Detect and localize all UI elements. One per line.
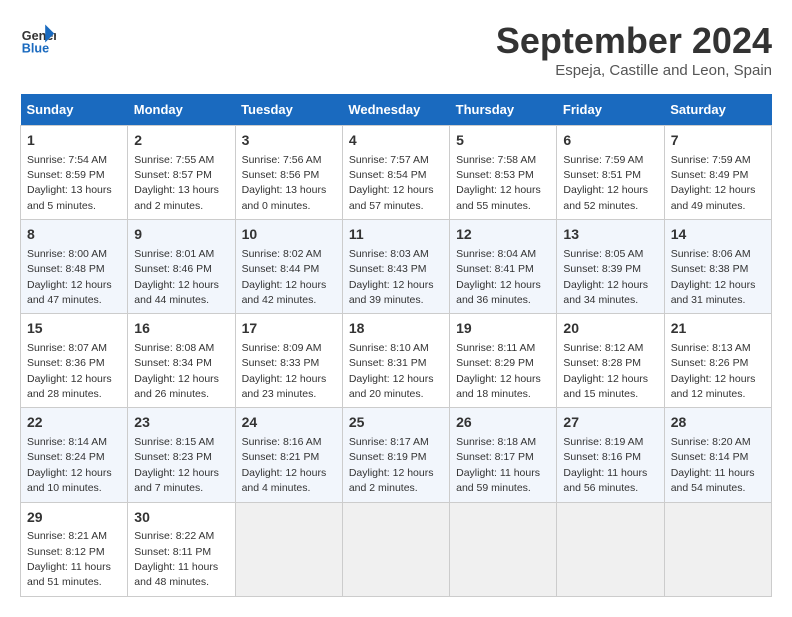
col-wednesday: Wednesday xyxy=(342,94,449,126)
table-row: 23 Sunrise: 8:15 AMSunset: 8:23 PMDaylig… xyxy=(128,408,235,502)
col-monday: Monday xyxy=(128,94,235,126)
empty-cell xyxy=(235,502,342,596)
month-year-title: September 2024 xyxy=(496,20,772,62)
col-sunday: Sunday xyxy=(21,94,128,126)
calendar-week: 15 Sunrise: 8:07 AMSunset: 8:36 PMDaylig… xyxy=(21,314,772,408)
page-header: General Blue September 2024 Espeja, Cast… xyxy=(20,20,772,79)
calendar-week: 1 Sunrise: 7:54 AMSunset: 8:59 PMDayligh… xyxy=(21,126,772,220)
table-row: 26 Sunrise: 8:18 AMSunset: 8:17 PMDaylig… xyxy=(450,408,557,502)
table-row: 20 Sunrise: 8:12 AMSunset: 8:28 PMDaylig… xyxy=(557,314,664,408)
table-row: 2 Sunrise: 7:55 AMSunset: 8:57 PMDayligh… xyxy=(128,126,235,220)
table-row: 19 Sunrise: 8:11 AMSunset: 8:29 PMDaylig… xyxy=(450,314,557,408)
table-row: 28 Sunrise: 8:20 AMSunset: 8:14 PMDaylig… xyxy=(664,408,771,502)
table-row: 17 Sunrise: 8:09 AMSunset: 8:33 PMDaylig… xyxy=(235,314,342,408)
empty-cell xyxy=(664,502,771,596)
empty-cell xyxy=(342,502,449,596)
calendar-week: 29 Sunrise: 8:21 AMSunset: 8:12 PMDaylig… xyxy=(21,502,772,596)
table-row: 24 Sunrise: 8:16 AMSunset: 8:21 PMDaylig… xyxy=(235,408,342,502)
svg-text:Blue: Blue xyxy=(22,41,49,55)
table-row: 22 Sunrise: 8:14 AMSunset: 8:24 PMDaylig… xyxy=(21,408,128,502)
table-row: 21 Sunrise: 8:13 AMSunset: 8:26 PMDaylig… xyxy=(664,314,771,408)
table-row: 16 Sunrise: 8:08 AMSunset: 8:34 PMDaylig… xyxy=(128,314,235,408)
table-row: 25 Sunrise: 8:17 AMSunset: 8:19 PMDaylig… xyxy=(342,408,449,502)
location-subtitle: Espeja, Castille and Leon, Spain xyxy=(496,62,772,79)
col-tuesday: Tuesday xyxy=(235,94,342,126)
empty-cell xyxy=(450,502,557,596)
col-saturday: Saturday xyxy=(664,94,771,126)
table-row: 27 Sunrise: 8:19 AMSunset: 8:16 PMDaylig… xyxy=(557,408,664,502)
table-row: 18 Sunrise: 8:10 AMSunset: 8:31 PMDaylig… xyxy=(342,314,449,408)
table-row: 8 Sunrise: 8:00 AMSunset: 8:48 PMDayligh… xyxy=(21,220,128,314)
table-row: 10 Sunrise: 8:02 AMSunset: 8:44 PMDaylig… xyxy=(235,220,342,314)
table-row: 6 Sunrise: 7:59 AMSunset: 8:51 PMDayligh… xyxy=(557,126,664,220)
logo-icon: General Blue xyxy=(20,20,56,56)
table-row: 4 Sunrise: 7:57 AMSunset: 8:54 PMDayligh… xyxy=(342,126,449,220)
table-row: 12 Sunrise: 8:04 AMSunset: 8:41 PMDaylig… xyxy=(450,220,557,314)
table-row: 13 Sunrise: 8:05 AMSunset: 8:39 PMDaylig… xyxy=(557,220,664,314)
table-row: 5 Sunrise: 7:58 AMSunset: 8:53 PMDayligh… xyxy=(450,126,557,220)
table-row: 15 Sunrise: 8:07 AMSunset: 8:36 PMDaylig… xyxy=(21,314,128,408)
table-row: 29 Sunrise: 8:21 AMSunset: 8:12 PMDaylig… xyxy=(21,502,128,596)
logo: General Blue xyxy=(20,20,56,56)
table-row: 7 Sunrise: 7:59 AMSunset: 8:49 PMDayligh… xyxy=(664,126,771,220)
table-row: 1 Sunrise: 7:54 AMSunset: 8:59 PMDayligh… xyxy=(21,126,128,220)
table-row: 3 Sunrise: 7:56 AMSunset: 8:56 PMDayligh… xyxy=(235,126,342,220)
table-row: 30 Sunrise: 8:22 AMSunset: 8:11 PMDaylig… xyxy=(128,502,235,596)
calendar-header-row: Sunday Monday Tuesday Wednesday Thursday… xyxy=(21,94,772,126)
title-section: September 2024 Espeja, Castille and Leon… xyxy=(496,20,772,79)
calendar-table: Sunday Monday Tuesday Wednesday Thursday… xyxy=(20,94,772,597)
empty-cell xyxy=(557,502,664,596)
table-row: 11 Sunrise: 8:03 AMSunset: 8:43 PMDaylig… xyxy=(342,220,449,314)
calendar-week: 22 Sunrise: 8:14 AMSunset: 8:24 PMDaylig… xyxy=(21,408,772,502)
col-friday: Friday xyxy=(557,94,664,126)
table-row: 14 Sunrise: 8:06 AMSunset: 8:38 PMDaylig… xyxy=(664,220,771,314)
table-row: 9 Sunrise: 8:01 AMSunset: 8:46 PMDayligh… xyxy=(128,220,235,314)
calendar-week: 8 Sunrise: 8:00 AMSunset: 8:48 PMDayligh… xyxy=(21,220,772,314)
col-thursday: Thursday xyxy=(450,94,557,126)
